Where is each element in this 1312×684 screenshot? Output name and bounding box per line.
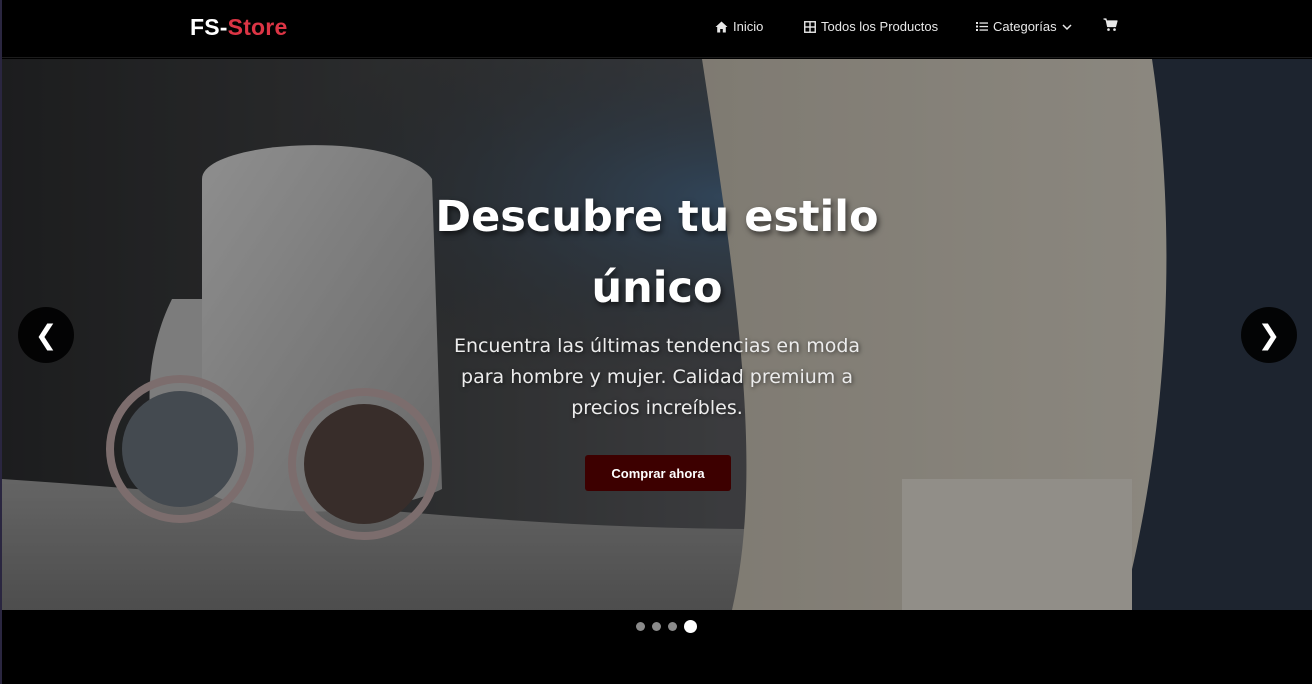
cart-icon bbox=[1103, 18, 1118, 32]
hero-title: Descubre tu estilo único bbox=[2, 182, 1312, 324]
chevron-right-icon: ❯ bbox=[1257, 319, 1281, 351]
nav-label-categorias: Categorías bbox=[993, 19, 1057, 34]
brand-prefix: FS- bbox=[190, 14, 228, 40]
nav-label-todos-productos: Todos los Productos bbox=[821, 19, 939, 34]
carousel-dot[interactable] bbox=[651, 622, 661, 631]
nav-item-todos-productos[interactable]: Todos los Productos bbox=[804, 19, 938, 34]
carousel-dot-active[interactable] bbox=[683, 620, 697, 633]
grid-icon bbox=[804, 20, 816, 33]
brand-accent: Store bbox=[227, 14, 288, 40]
nav-label-inicio: Inicio bbox=[733, 19, 764, 34]
nav-item-inicio[interactable]: Inicio bbox=[715, 19, 763, 34]
carousel-prev-button[interactable]: ❮ bbox=[18, 307, 74, 363]
carousel-next-button[interactable]: ❯ bbox=[1241, 307, 1297, 363]
navbar: FS-Store Inicio Todos los Productos Cate… bbox=[2, 0, 1312, 58]
carousel-dot[interactable] bbox=[667, 622, 677, 631]
shop-now-button[interactable]: Comprar ahora bbox=[585, 455, 731, 491]
brand-logo[interactable]: FS-Store bbox=[190, 14, 287, 41]
chevron-down-icon bbox=[1062, 23, 1072, 31]
carousel-dot[interactable] bbox=[635, 622, 645, 631]
hero-title-line-2: único bbox=[591, 263, 723, 313]
hero-carousel: Descubre tu estilo único Encuentra las ú… bbox=[2, 59, 1312, 610]
chevron-left-icon: ❮ bbox=[34, 319, 58, 351]
home-icon bbox=[715, 21, 728, 33]
hero-subtitle: Encuentra las últimas tendencias en moda… bbox=[453, 335, 861, 419]
cart-button[interactable] bbox=[1103, 18, 1118, 32]
list-icon bbox=[976, 21, 988, 32]
nav-item-categorias[interactable]: Categorías bbox=[976, 19, 1072, 34]
hero-title-line-1: Descubre tu estilo bbox=[435, 192, 879, 242]
carousel-indicators bbox=[2, 620, 1312, 633]
